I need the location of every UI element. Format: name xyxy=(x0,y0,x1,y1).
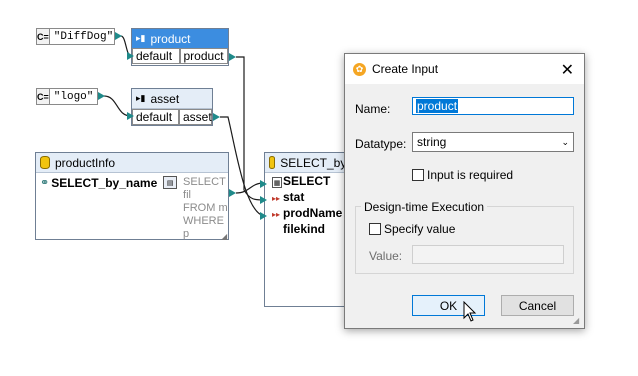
sql-line: SELECT fil xyxy=(183,176,226,201)
name-input[interactable]: product xyxy=(412,97,574,115)
constant-icon: C= xyxy=(37,29,50,44)
link-icon: ⚭ xyxy=(40,177,50,189)
specify-value-label: Specify value xyxy=(384,222,456,236)
product-component-header[interactable]: ▸▮ product xyxy=(132,29,228,48)
input-arrow-icon: ▸▸ xyxy=(272,210,281,219)
resize-grip-icon[interactable]: ◢ xyxy=(221,232,227,241)
productinfo-title: productInfo xyxy=(55,155,116,170)
wire-logo-to-asset xyxy=(103,95,132,117)
select-by-title: SELECT_by_ xyxy=(280,155,353,170)
asset-input-component[interactable]: ▸▮ asset default asset xyxy=(131,88,213,126)
product-input-component[interactable]: ▸▮ product default product xyxy=(131,28,229,66)
constant-logo[interactable]: C= "logo" xyxy=(36,88,98,105)
input-arrow-icon: ▸▮ xyxy=(136,93,146,103)
input-arrow-icon: ▸▮ xyxy=(136,33,146,43)
constant-value: "DiffDog" xyxy=(53,30,114,43)
sql-editor-icon[interactable]: ▤ xyxy=(163,176,178,189)
value-label: Value: xyxy=(369,249,403,263)
input-required-label: Input is required xyxy=(427,168,514,182)
specify-value-checkbox[interactable] xyxy=(369,223,381,235)
wire-productinfo-to-select xyxy=(235,182,265,194)
database-icon xyxy=(40,156,50,169)
dialog-title: Create Input xyxy=(372,62,439,76)
filekind-row: filekind xyxy=(283,222,326,236)
name-input-value: product xyxy=(416,99,459,113)
create-input-dialog: ✿ Create Input ✕ Name: product Datatype:… xyxy=(344,53,585,329)
table-icon: ▦ xyxy=(272,177,282,188)
design-time-group-label: Design-time Execution xyxy=(361,200,488,214)
select-by-component[interactable]: SELECT_by_ SELECT stat prodName filekind xyxy=(264,152,354,307)
datatype-label: Datatype: xyxy=(355,137,407,151)
product-output-label: product xyxy=(179,48,228,64)
chevron-down-icon: ⌄ xyxy=(561,136,569,147)
altova-logo-icon: ✿ xyxy=(353,62,366,76)
select-by-header[interactable]: SELECT_by_ xyxy=(265,153,353,173)
mouse-cursor-icon xyxy=(463,301,477,322)
wire-diffdog-to-product xyxy=(120,35,132,57)
constant-diffdog[interactable]: C= "DiffDog" xyxy=(36,28,115,45)
asset-output-label: asset xyxy=(179,109,212,125)
constant-value: "logo" xyxy=(53,90,94,103)
dialog-titlebar[interactable]: ✿ Create Input ✕ xyxy=(345,54,584,84)
select-by-name-field[interactable]: SELECT_by_name xyxy=(51,176,157,190)
select-stat-row: SELECT stat xyxy=(283,174,331,204)
cancel-button[interactable]: Cancel xyxy=(501,295,574,316)
constant-icon: C= xyxy=(37,89,50,104)
value-input[interactable] xyxy=(412,245,564,264)
wire-product-to-select xyxy=(236,56,265,201)
prodname-row: prodName xyxy=(283,206,343,220)
input-required-checkbox[interactable] xyxy=(412,169,424,181)
resize-grip-icon[interactable]: ◢ xyxy=(573,316,579,325)
asset-component-title: asset xyxy=(150,91,180,106)
asset-component-header[interactable]: ▸▮ asset xyxy=(132,89,212,109)
input-arrow-icon: ▸▸ xyxy=(272,194,281,203)
database-icon xyxy=(269,156,276,169)
name-label: Name: xyxy=(355,102,391,116)
datatype-value: string xyxy=(417,135,447,149)
productinfo-component[interactable]: productInfo ⚭ SELECT_by_name ▤ SELECT fi… xyxy=(35,152,229,240)
productinfo-header[interactable]: productInfo xyxy=(36,153,228,173)
datatype-select[interactable]: string ⌄ xyxy=(412,132,574,152)
close-icon[interactable]: ✕ xyxy=(561,60,574,80)
product-default-label: default xyxy=(132,48,180,64)
asset-default-label: default xyxy=(132,109,179,125)
product-component-title: product xyxy=(150,31,191,46)
sql-line: FROM m xyxy=(183,202,228,214)
